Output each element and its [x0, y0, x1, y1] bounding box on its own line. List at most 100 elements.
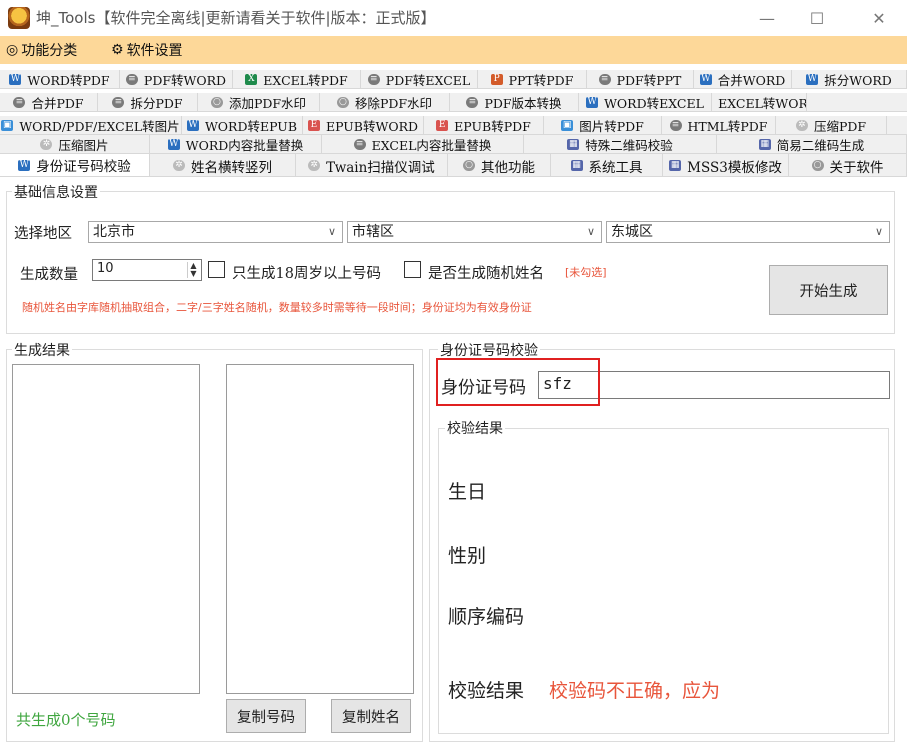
- name-list[interactable]: [226, 364, 414, 694]
- minimize-button[interactable]: —: [744, 4, 790, 32]
- copy-numbers-button[interactable]: 复制号码: [226, 699, 306, 733]
- tab-row2-2[interactable]: ○ 添加PDF水印: [198, 93, 320, 111]
- tab-row5-1[interactable]: ✲ 姓名横转竖列: [150, 154, 296, 176]
- tab-label: HTML转PDF: [687, 119, 768, 134]
- tab-row2-3[interactable]: ○ 移除PDF水印: [320, 93, 450, 111]
- tab-row5-5[interactable]: ▦ MSS3模板修改: [663, 154, 789, 176]
- menu-function-categories[interactable]: ◎ 功能分类: [6, 40, 77, 60]
- tab-z-icon: ✲: [308, 160, 321, 171]
- tab-q-icon: ▦: [567, 139, 580, 150]
- tab-row-4: ✲ 压缩图片 W WORD内容批量替换 ≡ EXCEL内容批量替换 ▦ 特殊二维码校验 ▦ 简易二…: [0, 135, 907, 154]
- chevron-down-icon: ∨: [327, 225, 336, 238]
- unchecked-note: [未勾选]: [565, 266, 607, 279]
- count-stepper[interactable]: 10 ▲ ▼: [92, 259, 202, 281]
- tab-label: EXCEL转WORD: [718, 96, 807, 111]
- tab-row4-1[interactable]: W WORD内容批量替换: [150, 135, 322, 153]
- tab-o-icon: ○: [463, 160, 475, 171]
- tab-row5-4[interactable]: ▦ 系统工具: [551, 154, 663, 176]
- tab-row2-6[interactable]: XEXCEL转WORD: [712, 93, 807, 111]
- tab-row1-3[interactable]: ≡ PDF转EXCEL: [361, 70, 478, 88]
- chevron-down-icon: ∨: [586, 225, 595, 238]
- adult-only-checkbox[interactable]: [208, 261, 225, 278]
- tab-label: 特殊二维码校验: [585, 138, 673, 153]
- province-select[interactable]: 北京市 ∨: [88, 221, 343, 243]
- tab-w-icon: W: [186, 120, 199, 131]
- tab-row3-1[interactable]: W WORD转EPUB: [182, 116, 303, 134]
- tab-p-icon: ≡: [112, 97, 125, 108]
- tab-row2-4[interactable]: ≡ PDF版本转换: [450, 93, 579, 111]
- tab-row5-2[interactable]: ✲ Twain扫描仪调试: [296, 154, 448, 176]
- tab-row4-3[interactable]: ▦ 特殊二维码校验: [524, 135, 717, 153]
- district-select[interactable]: 东城区 ∨: [606, 221, 890, 243]
- city-select[interactable]: 市辖区 ∨: [347, 221, 602, 243]
- tab-label: MSS3模板修改: [687, 159, 782, 176]
- tab-label: 身份证号码校验: [36, 159, 131, 175]
- count-value: 10: [97, 261, 114, 276]
- city-value: 市辖区: [352, 224, 394, 240]
- start-generate-button[interactable]: 开始生成: [769, 265, 888, 315]
- tab-label: PDF转PPT: [616, 73, 682, 88]
- tab-o-icon: ○: [210, 97, 223, 108]
- tab-label: 其他功能: [481, 159, 535, 176]
- tab-row4-0[interactable]: ✲ 压缩图片: [0, 135, 150, 153]
- tab-q-icon: ▦: [669, 160, 682, 171]
- tab-row4-4[interactable]: ▦ 简易二维码生成: [717, 135, 907, 153]
- tab-o-icon: ○: [811, 160, 824, 171]
- spin-arrows-icon[interactable]: ▲ ▼: [187, 262, 199, 278]
- hint-text: 随机姓名由字库随机抽取组合，二字/三字姓名随机，数量较多时需等待一段时间；身份证…: [22, 301, 532, 314]
- tab-row-3: ▣ WORD/PDF/EXCEL转图片 W WORD转EPUB E EPUB转WORD E E…: [0, 116, 907, 135]
- maximize-button[interactable]: ☐: [794, 4, 840, 32]
- tab-label: WORD转EPUB: [204, 119, 298, 134]
- tab-p-icon: ≡: [13, 97, 26, 108]
- tab-label: 图片转PDF: [579, 119, 644, 134]
- menu-software-settings[interactable]: ⚙ 软件设置: [111, 40, 183, 60]
- tab-row3-5[interactable]: ≡ HTML转PDF: [662, 116, 776, 134]
- tab-row1-2[interactable]: X EXCEL转PDF: [233, 70, 361, 88]
- tab-label: PPT转PDF: [508, 73, 574, 88]
- tab-z-icon: ✲: [40, 139, 53, 150]
- tab-row5-3[interactable]: ○ 其他功能: [448, 154, 551, 176]
- random-name-checkbox[interactable]: [404, 261, 421, 278]
- tab-row4-2[interactable]: ≡ EXCEL内容批量替换: [322, 135, 524, 153]
- tab-row1-4[interactable]: P PPT转PDF: [478, 70, 587, 88]
- highlight-box: [436, 358, 600, 406]
- copy-names-button[interactable]: 复制姓名: [331, 699, 411, 733]
- id-number-list[interactable]: [12, 364, 200, 694]
- tab-row1-0[interactable]: W WORD转PDF: [0, 70, 120, 88]
- total-count-text: 共生成0个号码: [16, 711, 116, 729]
- tab-row3-4[interactable]: ▣ 图片转PDF: [544, 116, 662, 134]
- app-logo-icon: [8, 7, 30, 29]
- id-verify-legend: 身份证号码校验: [438, 340, 540, 360]
- check-result-label: 校验结果: [448, 680, 525, 702]
- tab-label: Twain扫描仪调试: [326, 159, 435, 176]
- tab-row3-6[interactable]: ✲ 压缩PDF: [776, 116, 887, 134]
- tab-label: 移除PDF水印: [354, 96, 433, 111]
- tab-label: WORD转EXCEL: [604, 96, 704, 111]
- tab-row2-5[interactable]: W WORD转EXCEL: [579, 93, 712, 111]
- tab-row3-2[interactable]: E EPUB转WORD: [303, 116, 424, 134]
- tab-row5-0[interactable]: W 身份证号码校验: [0, 154, 150, 176]
- tab-row1-5[interactable]: ≡ PDF转PPT: [587, 70, 694, 88]
- tab-row1-6[interactable]: W 合并WORD: [694, 70, 792, 88]
- tab-row2-1[interactable]: ≡ 拆分PDF: [98, 93, 198, 111]
- chevron-down-icon: ∨: [874, 225, 883, 238]
- tab-label: PDF转EXCEL: [385, 73, 471, 88]
- tab-row2-0[interactable]: ≡ 合并PDF: [0, 93, 98, 111]
- district-value: 东城区: [611, 224, 653, 240]
- tab-row3-0[interactable]: ▣ WORD/PDF/EXCEL转图片: [0, 116, 182, 134]
- tab-row-2: ≡ 合并PDF ≡ 拆分PDF ○ 添加PDF水印 ○ 移除PDF水印 ≡ PDF版本转换 W WOR…: [0, 93, 907, 112]
- gender-label: 性别: [448, 545, 487, 567]
- tab-img-icon: ▣: [1, 120, 14, 131]
- tab-p-icon: ≡: [598, 74, 611, 85]
- tab-img-icon: ▣: [561, 120, 574, 131]
- tab-row5-6[interactable]: ○ 关于软件: [789, 154, 907, 176]
- random-name-label: 是否生成随机姓名: [428, 266, 544, 282]
- tab-q-icon: ▦: [758, 139, 771, 150]
- tab-label: EPUB转WORD: [325, 119, 419, 134]
- tab-row1-7[interactable]: W 拆分WORD: [792, 70, 907, 88]
- close-button[interactable]: ✕: [856, 4, 902, 32]
- tab-row1-1[interactable]: ≡ PDF转WORD: [120, 70, 233, 88]
- tab-row3-3[interactable]: E EPUB转PDF: [424, 116, 544, 134]
- tab-q-icon: ▦: [570, 160, 583, 171]
- tab-w-icon: W: [9, 74, 22, 85]
